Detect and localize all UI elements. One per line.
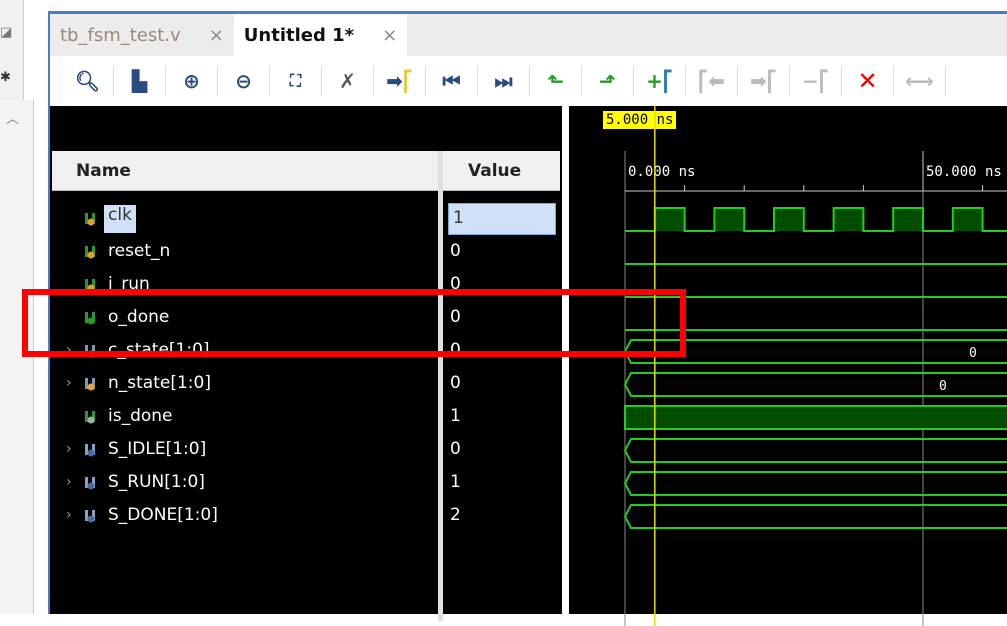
signal-row[interactable]: › n_state[1:0] 0	[50, 368, 560, 401]
delete-marker-icon[interactable]: −⎡	[790, 66, 842, 96]
close-icon[interactable]: ×	[382, 25, 397, 46]
restore-icon[interactable]: ◪	[0, 25, 14, 40]
signal-row[interactable]: › S_IDLE[1:0] 0	[50, 434, 560, 467]
add-marker-icon[interactable]: + ⎡	[634, 66, 686, 96]
clock-high-fill	[714, 208, 745, 231]
tab-bar: tb_fsm_test.v × Untitled 1* ×	[50, 14, 1007, 56]
time-label: 0.000 ns	[628, 164, 695, 180]
delete-all-markers-icon[interactable]: ✕	[842, 66, 894, 96]
expand-chevron-icon[interactable]: ›	[66, 507, 72, 523]
signal-name: S_IDLE[1:0]	[108, 439, 207, 459]
zoom-fit-icon[interactable]: ⛶	[270, 66, 322, 96]
swap-cursors-icon[interactable]: ⟷	[894, 66, 946, 96]
search-icon[interactable]: 🔍︎	[62, 66, 114, 96]
waveform-area[interactable]: 0.000 ns 50.000 ns 0 0	[569, 106, 1007, 626]
signal-value: 1	[448, 203, 556, 235]
internal-signal-icon	[85, 411, 95, 424]
signal-name: is_done	[108, 406, 173, 426]
signal-value: 2	[450, 505, 461, 525]
signal-row[interactable]: reset_n 0	[50, 236, 560, 269]
signal-value: 1	[450, 406, 461, 426]
waveform-viewer: Name Value clk 1 reset_n 0 i_run 0 o_done 0 › c_s…	[50, 106, 1007, 626]
bus-wave	[623, 504, 1007, 529]
signal-value: 0	[450, 373, 461, 393]
bus-value-label: 0	[939, 379, 947, 394]
tab-label: Untitled 1*	[243, 24, 355, 46]
go-to-last-time-icon[interactable]: ⏭	[478, 66, 530, 96]
const-signal-icon	[85, 444, 95, 457]
toolbar: 🔍︎ ▙ ⊕ ⊖ ⛶ ✗ ➡ ⎡ ⏮ ⏭ ⬑ ⬏ + ⎡ ⎡⬅ ➡⎡ −⎡ ✕ ⟷	[50, 56, 1007, 106]
signal-name: S_RUN[1:0]	[108, 472, 205, 492]
scroll-up-icon[interactable]: ︿	[6, 108, 20, 127]
expand-chevron-icon[interactable]: ›	[66, 375, 72, 391]
clock-high-fill	[833, 208, 864, 231]
const-signal-icon	[85, 477, 95, 490]
scroll-panel: ︿	[0, 100, 34, 614]
next-marker-icon[interactable]: ➡⎡	[738, 66, 790, 96]
bus-value-label: 0	[969, 346, 977, 361]
pane-divider[interactable]	[562, 106, 569, 626]
signal-wave	[624, 405, 1007, 430]
previous-transition-icon[interactable]: ⬑	[530, 66, 582, 96]
signal-row[interactable]: › S_RUN[1:0] 1	[50, 467, 560, 500]
input-signal-icon	[85, 246, 95, 259]
tab-tb-fsm-test[interactable]: tb_fsm_test.v ×	[50, 14, 234, 56]
expand-chevron-icon[interactable]: ›	[66, 441, 72, 457]
signal-value: 0	[450, 439, 461, 459]
clock-high-fill	[952, 208, 983, 231]
clock-high-fill	[893, 208, 923, 231]
signal-value: 1	[450, 472, 461, 492]
const-signal-icon	[85, 510, 95, 523]
settings-icon[interactable]: ✱	[0, 70, 14, 85]
zoom-out-icon[interactable]: ⊖	[218, 66, 270, 96]
signal-name: reset_n	[108, 241, 171, 261]
input-signal-icon	[85, 213, 95, 226]
column-header: Name Value	[52, 151, 560, 191]
bus-wave	[623, 438, 1007, 463]
go-to-time-zero-icon[interactable]: ⏮	[426, 66, 478, 96]
clock-high-fill	[774, 208, 804, 231]
signal-name: clk	[104, 205, 136, 233]
signal-row[interactable]: › S_DONE[1:0] 2	[50, 500, 560, 533]
highlight-box	[22, 289, 686, 357]
signal-value: 0	[450, 241, 461, 261]
value-column-header[interactable]: Value	[468, 161, 521, 181]
clock-high-fill	[654, 208, 685, 231]
previous-marker-icon[interactable]: ⎡⬅	[686, 66, 738, 96]
save-icon[interactable]: ▙	[114, 66, 166, 96]
bus-signal-icon	[85, 378, 95, 391]
close-icon[interactable]: ×	[209, 25, 224, 46]
bus-wave	[623, 471, 1007, 496]
signal-row[interactable]: is_done 1	[50, 401, 560, 434]
signal-name: S_DONE[1:0]	[108, 505, 218, 525]
bus-wave	[623, 372, 1007, 397]
tab-untitled-1[interactable]: Untitled 1* ×	[233, 14, 408, 56]
signal-name: n_state[1:0]	[108, 373, 211, 393]
tab-label: tb_fsm_test.v	[60, 24, 181, 46]
expand-chevron-icon[interactable]: ›	[66, 474, 72, 490]
time-label: 50.000 ns	[926, 164, 1002, 180]
signal-row[interactable]: clk 1	[50, 203, 560, 236]
next-transition-icon[interactable]: ⬏	[582, 66, 634, 96]
go-to-cursor-icon[interactable]: ➡ ⎡	[374, 66, 426, 96]
name-column-header[interactable]: Name	[76, 161, 131, 181]
cursor-snap-icon[interactable]: ✗	[322, 66, 374, 96]
zoom-in-icon[interactable]: ⊕	[166, 66, 218, 96]
